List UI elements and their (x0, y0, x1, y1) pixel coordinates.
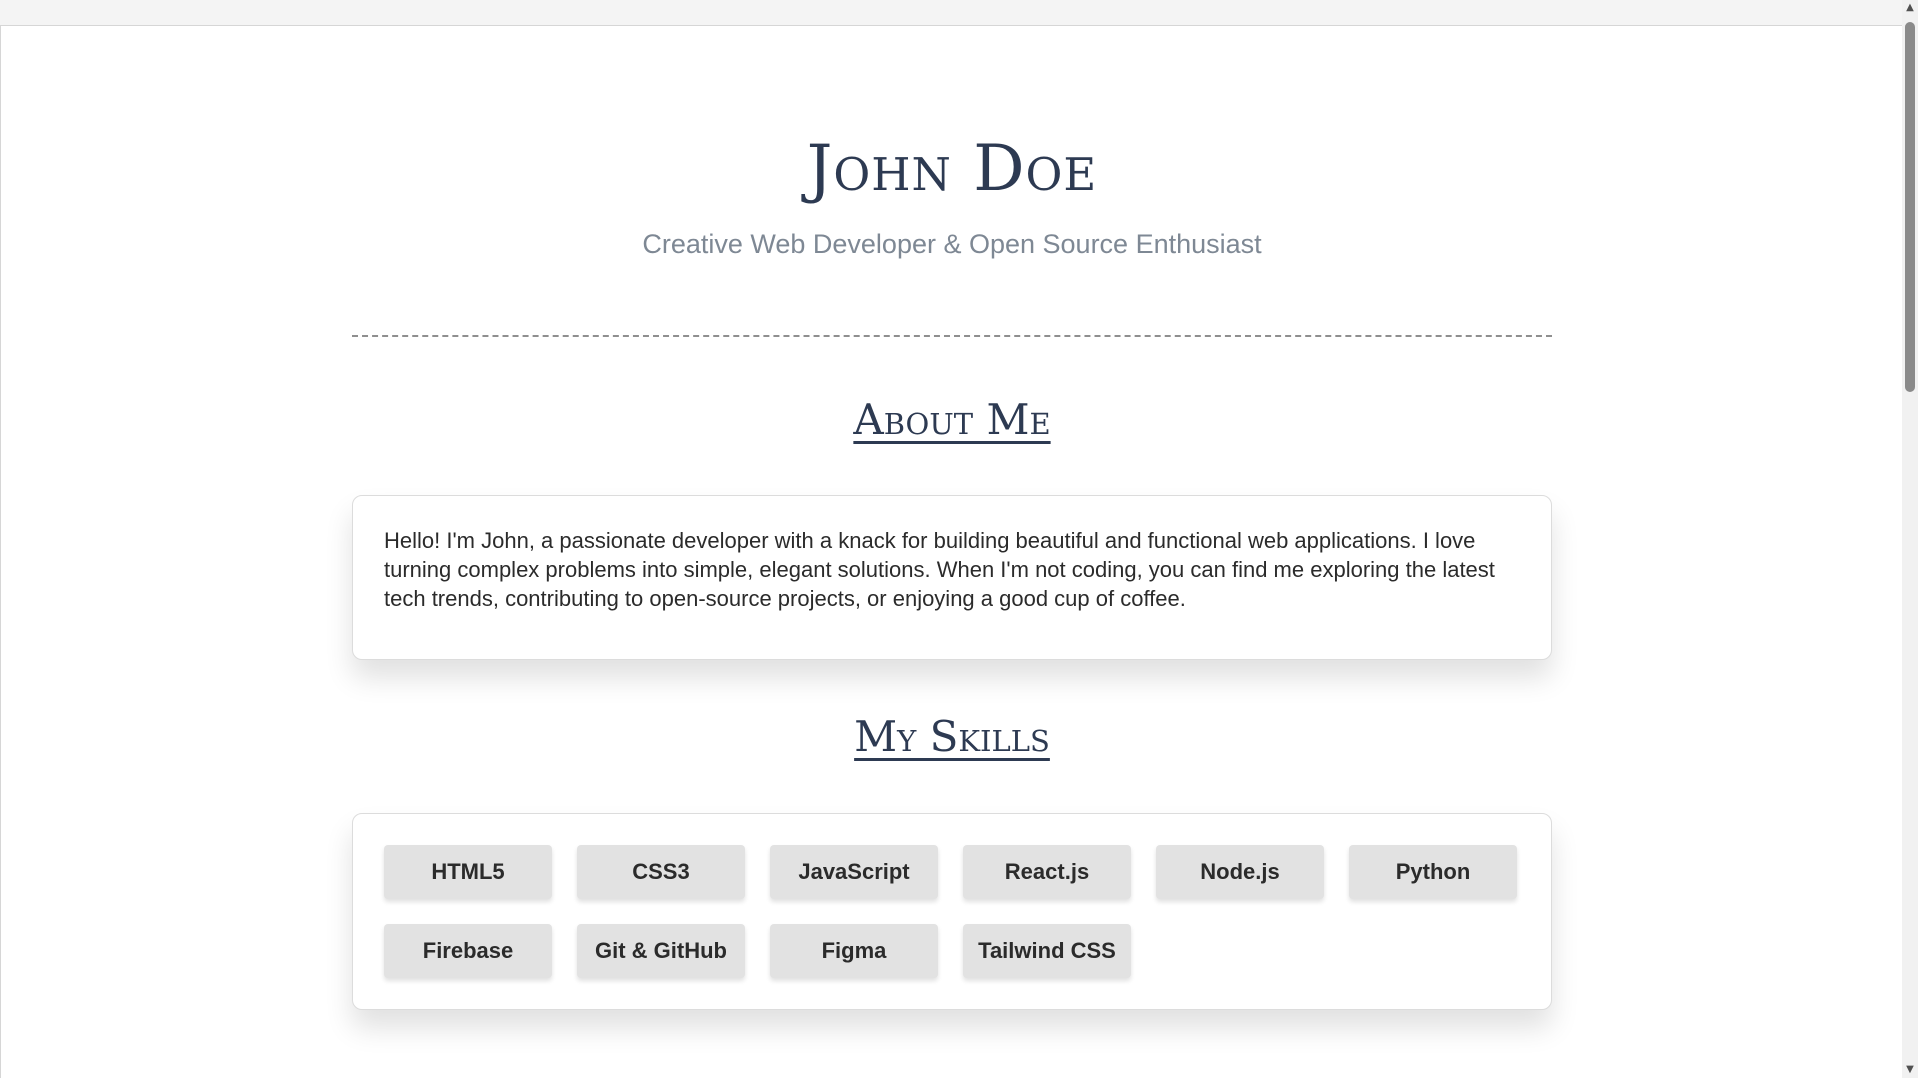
skill-tag-python: Python (1349, 844, 1517, 899)
about-heading: About Me (853, 394, 1051, 444)
skills-card: HTML5 CSS3 JavaScript React.js Node.js P… (352, 812, 1552, 1010)
scroll-up-arrow-icon[interactable]: ▲ (1902, 0, 1918, 16)
skill-tag-node: Node.js (1156, 844, 1324, 899)
skill-tag-figma: Figma (770, 923, 938, 978)
page-viewport: John Doe Creative Web Developer & Open S… (0, 25, 1902, 1078)
scroll-down-arrow-icon[interactable]: ▼ (1902, 1062, 1918, 1078)
section-divider (352, 334, 1552, 337)
skill-tag-tailwind: Tailwind CSS (963, 923, 1131, 978)
about-text: Hello! I'm John, a passionate developer … (384, 528, 1495, 612)
portfolio-container: John Doe Creative Web Developer & Open S… (352, 26, 1552, 1010)
page-title: John Doe (806, 132, 1098, 206)
skill-tag-javascript: JavaScript (770, 844, 938, 899)
about-card: Hello! I'm John, a passionate developer … (352, 495, 1552, 661)
vertical-scrollbar[interactable]: ▲ ▼ (1902, 0, 1918, 1078)
skill-tag-html5: HTML5 (384, 844, 552, 899)
scrollbar-thumb[interactable] (1905, 22, 1915, 392)
skill-tag-react: React.js (963, 844, 1131, 899)
hero-header: John Doe Creative Web Developer & Open S… (352, 26, 1552, 261)
skill-tag-css3: CSS3 (577, 844, 745, 899)
skill-tag-git-github: Git & GitHub (577, 923, 745, 978)
skill-tag-firebase: Firebase (384, 923, 552, 978)
tagline: Creative Web Developer & Open Source Ent… (642, 229, 1262, 260)
skills-heading: My Skills (854, 712, 1050, 762)
